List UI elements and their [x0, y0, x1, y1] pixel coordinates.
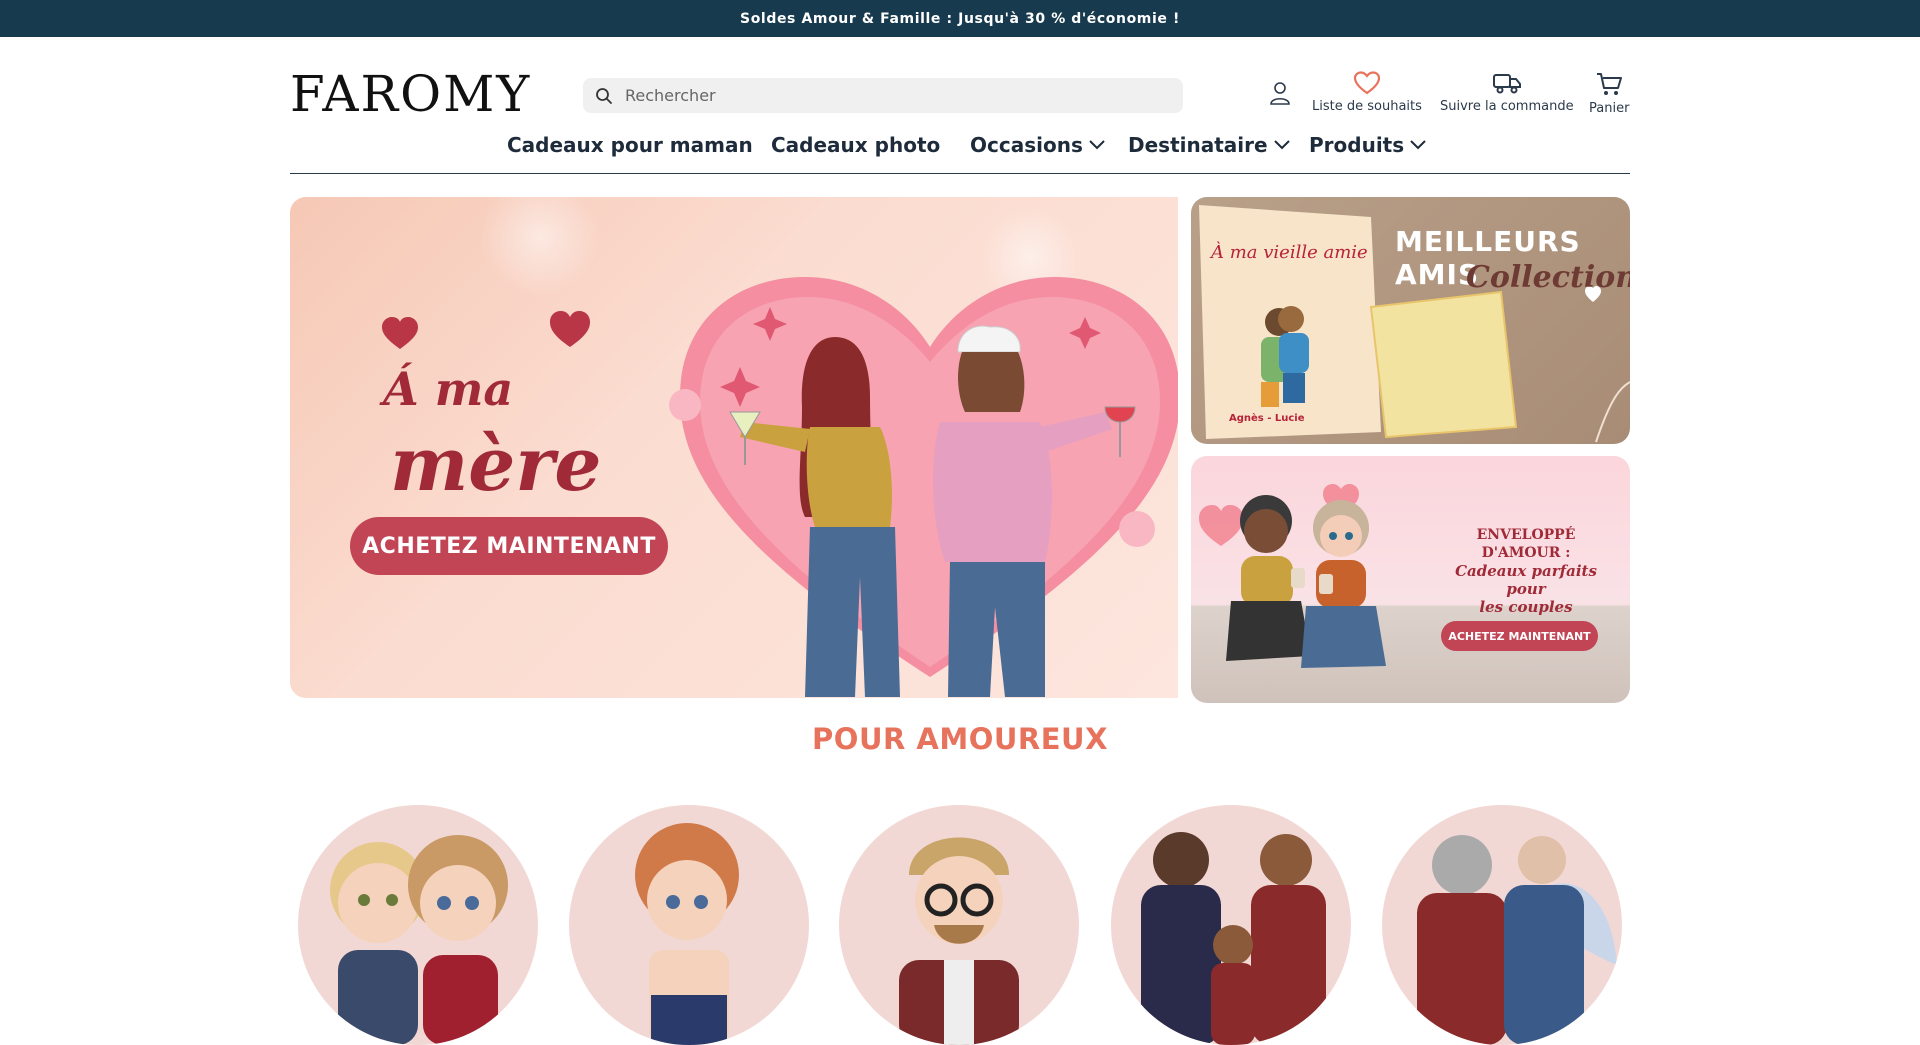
hero-shop-now-button[interactable]: ACHETEZ MAINTENANT — [350, 517, 668, 575]
cart-label: Panier — [1589, 101, 1630, 116]
truck-icon — [1492, 74, 1521, 94]
nav-label: Destinataire — [1128, 133, 1268, 157]
heart-icon — [1353, 71, 1381, 95]
nav-label: Produits — [1309, 133, 1405, 157]
promo-couples-shop-now-button[interactable]: ACHETEZ MAINTENANT — [1441, 621, 1598, 651]
nav-label: Cadeaux photo — [771, 133, 941, 157]
promo-couples-title-line3: les couples — [1479, 598, 1573, 616]
pillow-names: Agnès - Lucie — [1229, 413, 1305, 424]
chevron-down-icon — [1273, 140, 1290, 150]
search-icon — [595, 86, 615, 106]
nav-label: Occasions — [970, 133, 1083, 157]
promo-couples-banner[interactable]: ENVELOPPÉ D'AMOUR : Cadeaux parfaits pou… — [1191, 456, 1630, 703]
search-bar[interactable] — [583, 78, 1183, 113]
main-nav: Cadeaux pour maman Cadeaux photo Occasio… — [290, 133, 1630, 174]
announcement-text: Soldes Amour & Famille : Jusqu'à 30 % d'… — [740, 10, 1180, 27]
family-avatar-image — [1141, 832, 1326, 1045]
user-icon — [1270, 82, 1290, 105]
section-title: POUR AMOUREUX — [812, 722, 1108, 756]
woman-avatar-image — [635, 823, 739, 1045]
category-couple[interactable] — [298, 805, 538, 1045]
category-woman[interactable] — [569, 805, 809, 1045]
nav-item-occasions[interactable]: Occasions — [970, 133, 1105, 157]
promo-couples-title: ENVELOPPÉ D'AMOUR : Cadeaux parfaits pou… — [1436, 526, 1616, 616]
memorial-avatar-image — [1417, 835, 1617, 1045]
nav-item-cadeaux-photo[interactable]: Cadeaux photo — [771, 133, 940, 157]
cart-icon — [1597, 73, 1623, 95]
hero-title-line2: mère — [390, 422, 602, 508]
nav-item-destinataire[interactable]: Destinataire — [1128, 133, 1290, 157]
nav-item-cadeaux-maman[interactable]: Cadeaux pour maman — [507, 133, 753, 157]
wishlist-label: Liste de souhaits — [1312, 99, 1422, 114]
nav-item-produits[interactable]: Produits — [1309, 133, 1426, 157]
chevron-down-icon — [1410, 140, 1426, 150]
wishlist-button[interactable]: Liste de souhaits — [1312, 71, 1422, 114]
track-order-button[interactable]: Suivre la commande — [1440, 71, 1574, 114]
nav-label: Cadeaux pour maman — [507, 133, 753, 157]
man-avatar-image — [899, 837, 1019, 1045]
cart-button[interactable]: Panier — [1589, 71, 1629, 116]
pillow-text: À ma vieille amie — [1211, 242, 1368, 263]
hero-banner[interactable]: Á ma mère ACHETEZ MAINTENANT — [290, 197, 1178, 698]
chevron-down-icon — [1089, 140, 1105, 150]
couple-avatar-image — [330, 835, 508, 1045]
category-memorial[interactable] — [1382, 805, 1622, 1045]
account-button[interactable] — [1268, 80, 1292, 106]
track-order-label: Suivre la commande — [1440, 99, 1574, 114]
search-input[interactable] — [623, 85, 1167, 106]
promo-couples-title-line2: Cadeaux parfaits pour — [1455, 562, 1597, 598]
promo-couples-title-line1: ENVELOPPÉ D'AMOUR : — [1476, 527, 1576, 561]
category-man[interactable] — [839, 805, 1079, 1045]
logo[interactable]: FAROMY — [290, 66, 531, 122]
announcement-bar: Soldes Amour & Famille : Jusqu'à 30 % d'… — [0, 0, 1920, 37]
promo-title-line2: Collection — [1466, 260, 1630, 295]
category-family[interactable] — [1111, 805, 1351, 1045]
promo-best-friends-banner[interactable]: À ma vieille amie Agnès - Lucie MEILLEUR… — [1191, 197, 1630, 444]
hero-title-line1: Á ma — [383, 362, 514, 416]
